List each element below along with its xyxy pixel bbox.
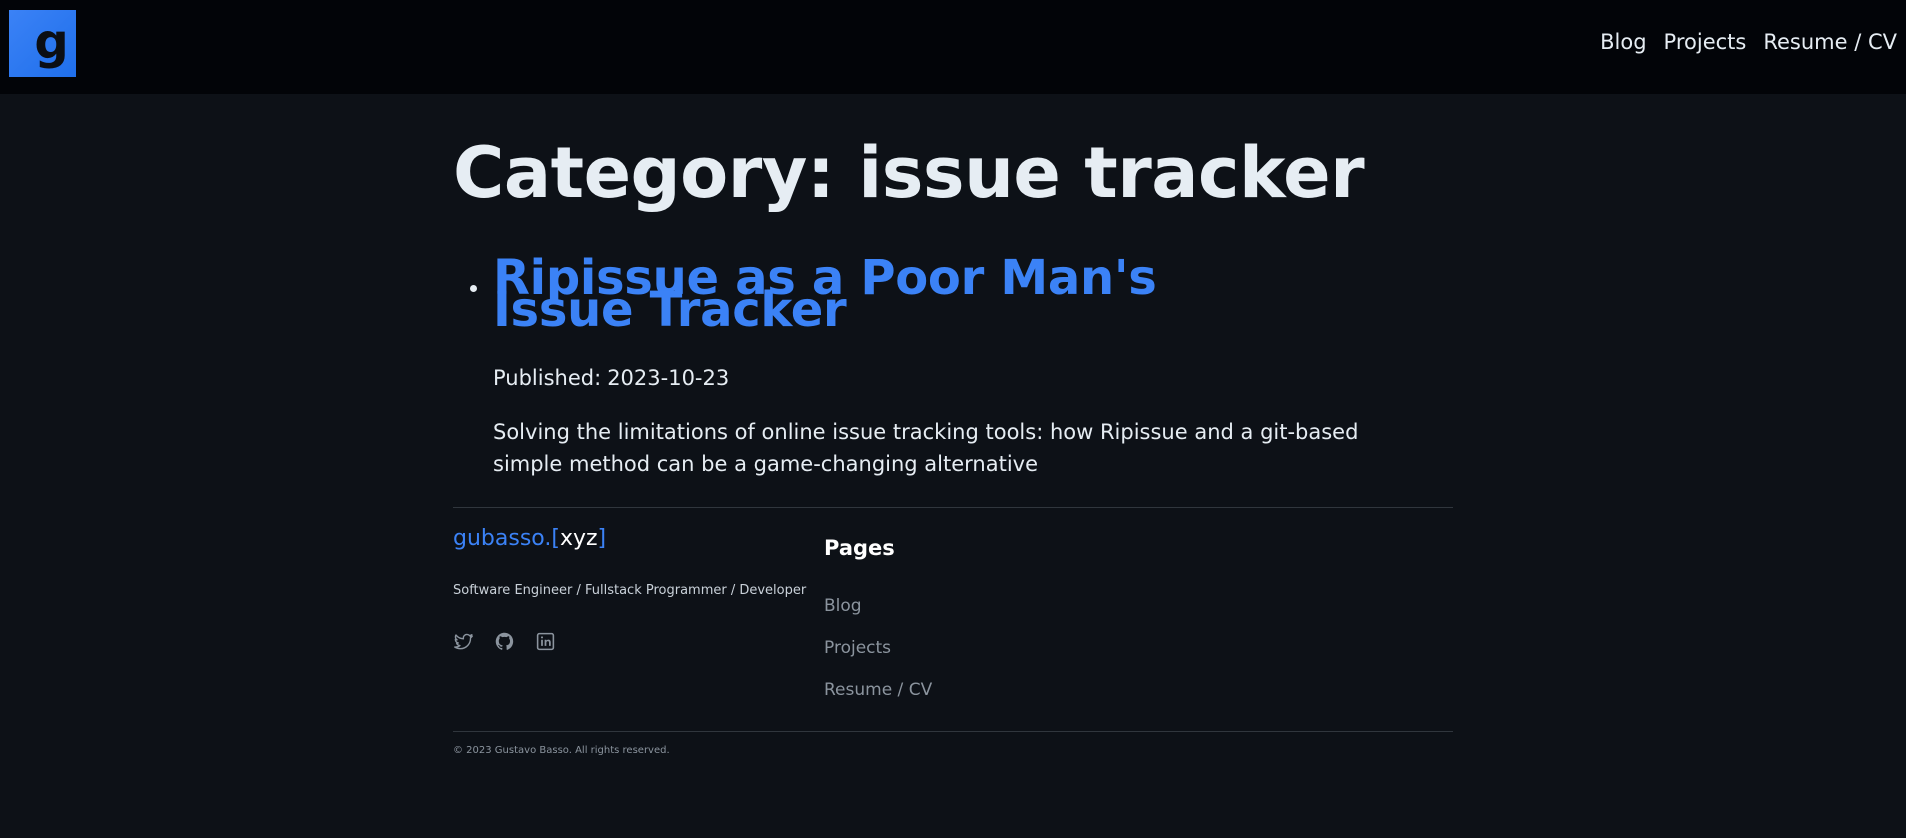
linkedin-link[interactable]	[535, 631, 556, 652]
twitter-icon	[454, 633, 473, 650]
list-bullet	[470, 285, 477, 292]
brand-bracket-close: ]	[597, 526, 607, 551]
nav-link-projects[interactable]: Projects	[1664, 30, 1747, 55]
nav-link-resume[interactable]: Resume / CV	[1763, 30, 1897, 55]
brand-bracket-open: [	[551, 526, 560, 551]
site-header: g Blog Projects Resume / CV	[0, 0, 1906, 94]
twitter-link[interactable]	[453, 631, 474, 652]
post-title-link[interactable]: Ripissue as a Poor Man's Issue Tracker	[493, 254, 1293, 334]
site-footer: gubasso.[xyz] Software Engineer / Fullst…	[453, 508, 1453, 728]
site-logo[interactable]: g	[9, 10, 76, 77]
footer-link-blog[interactable]: Blog	[824, 596, 862, 616]
footer-pages-item: Resume / CV	[824, 680, 932, 722]
published-label: Published:	[493, 366, 602, 390]
footer-link-projects[interactable]: Projects	[824, 638, 891, 658]
github-link[interactable]	[494, 631, 515, 652]
post-excerpt: Solving the limitations of online issue …	[493, 420, 1359, 476]
post-list-item: Ripissue as a Poor Man's Issue Tracker P…	[453, 254, 1453, 480]
published-date: 2023-10-23	[607, 366, 730, 390]
footer-pages-item: Projects	[824, 638, 932, 680]
footer-link-resume[interactable]: Resume / CV	[824, 680, 932, 700]
main-nav: Blog Projects Resume / CV	[1600, 30, 1897, 55]
brand-name: gubasso.	[453, 526, 552, 551]
brand-tld: xyz	[559, 526, 598, 551]
post-list: Ripissue as a Poor Man's Issue Tracker P…	[453, 254, 1453, 480]
github-icon	[495, 632, 514, 650]
post-published: Published: 2023-10-23	[493, 366, 1453, 390]
footer-pages-heading: Pages	[824, 536, 895, 560]
copyright-text: © 2023 Gustavo Basso. All rights reserve…	[453, 745, 670, 756]
copyright-divider	[453, 731, 1453, 732]
footer-pages-item: Blog	[824, 596, 932, 638]
social-links	[453, 631, 556, 652]
footer-pages-list: Blog Projects Resume / CV	[824, 596, 932, 722]
nav-link-blog[interactable]: Blog	[1600, 30, 1646, 55]
page-title: Category: issue tracker	[453, 132, 1365, 214]
footer-brand-link[interactable]: gubasso.[xyz]	[453, 526, 606, 551]
footer-tagline: Software Engineer / Fullstack Programmer…	[453, 583, 807, 598]
linkedin-icon	[536, 632, 555, 651]
logo-letter: g	[34, 14, 69, 70]
